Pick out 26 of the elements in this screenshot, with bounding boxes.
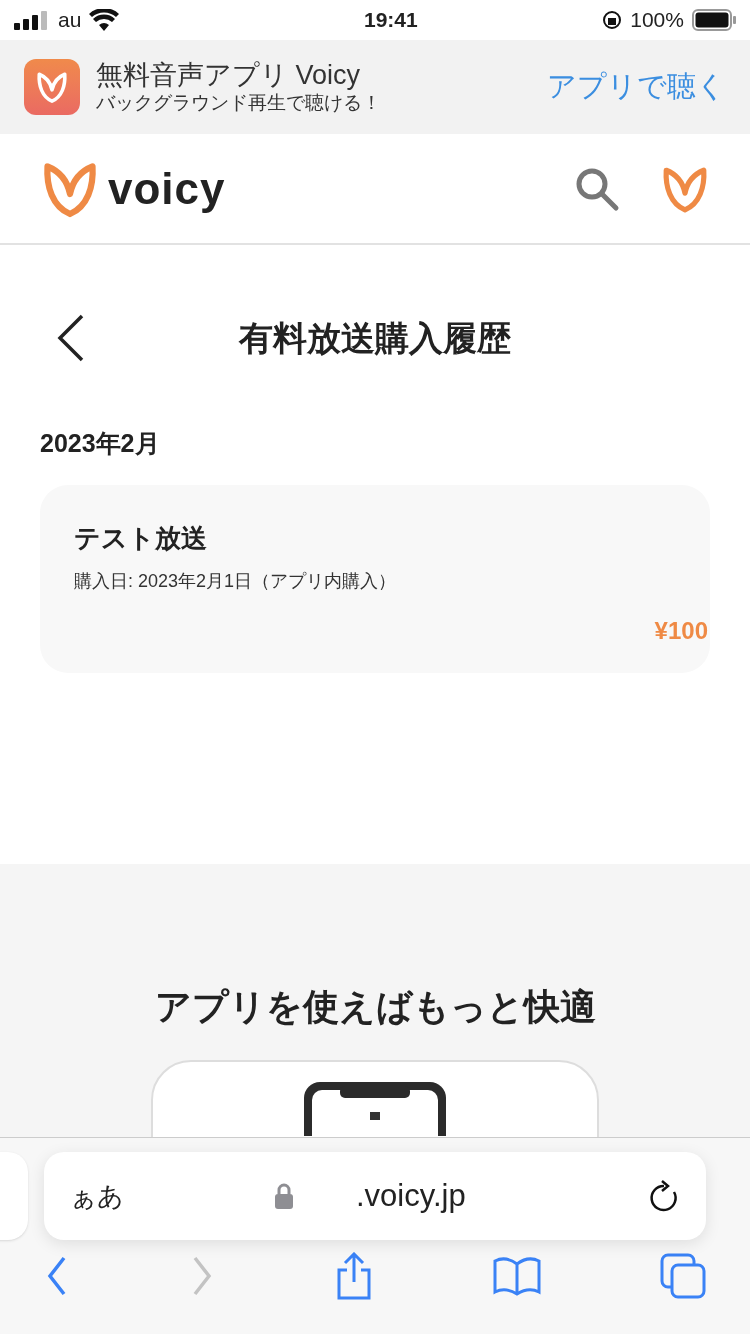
tabs-icon[interactable] (660, 1253, 706, 1299)
signal-icon (14, 10, 50, 30)
battery-icon (692, 9, 736, 31)
rotation-lock-icon (602, 10, 623, 30)
text-size-button[interactable]: ぁあ (70, 1176, 124, 1216)
price: ¥100 (654, 615, 708, 646)
reload-icon[interactable] (648, 1178, 680, 1214)
month-heading: 2023年2月 (40, 428, 161, 459)
lock-icon (274, 1183, 294, 1209)
broadcast-title: テスト放送 (74, 521, 208, 555)
promo-heading: アプリを使えばもっと快適 (154, 985, 596, 1029)
battery-percent: 100% (630, 7, 684, 34)
banner-subtitle: バックグラウンド再生で聴ける！ (96, 91, 381, 115)
back-icon[interactable] (56, 314, 86, 362)
purchase-card[interactable]: テスト放送 購入日: 2023年2月1日（アプリ内購入） ¥100 (40, 484, 710, 673)
carrier-label: au (58, 7, 82, 34)
wifi-icon (89, 9, 120, 31)
clock: 19:41 (363, 7, 418, 34)
url-text: .voicy.jp (356, 1176, 466, 1215)
page-title: 有料放送購入履歴 (239, 317, 511, 359)
logo-text[interactable]: voicy (108, 155, 226, 222)
purchase-date: 購入日: 2023年2月1日（アプリ内購入） (74, 569, 398, 593)
address-bar[interactable]: ぁあ .voicy.jp (44, 1152, 706, 1240)
banner-title: 無料音声アプリ Voicy (96, 59, 362, 91)
leaf-icon (35, 70, 69, 104)
bookmarks-icon[interactable] (493, 1256, 541, 1296)
